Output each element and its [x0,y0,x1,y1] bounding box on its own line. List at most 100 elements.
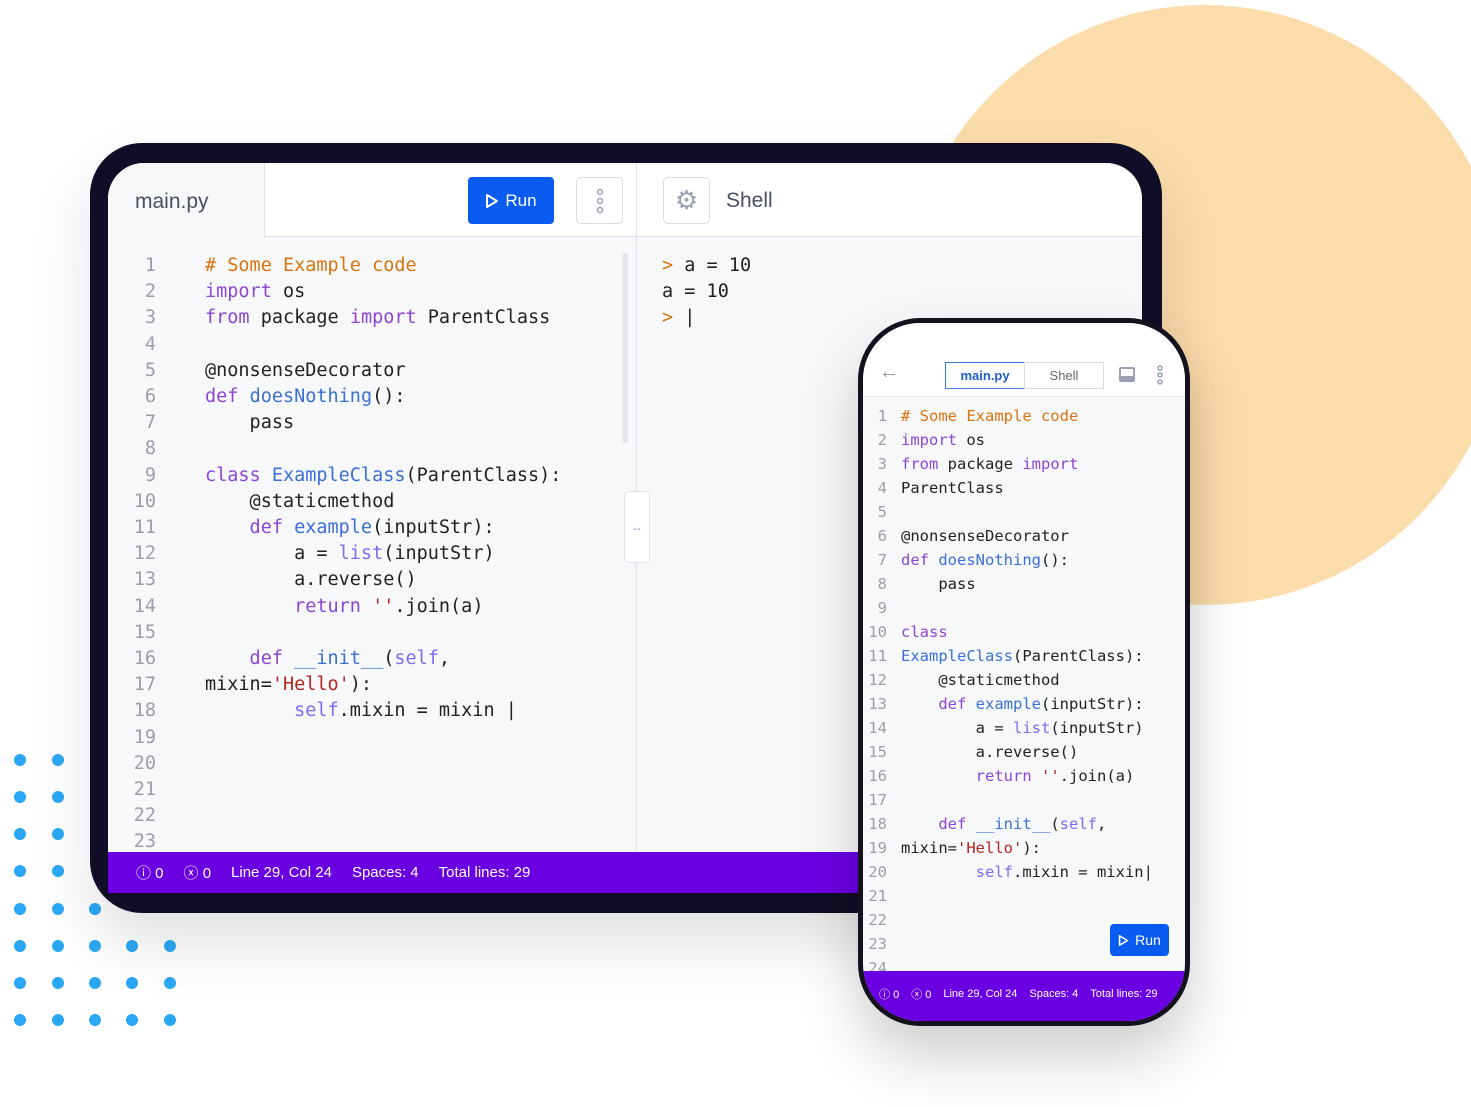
code-line: mixin='Hello'): [205,674,372,695]
tab-main-py[interactable]: main.py [108,163,265,238]
line-number: 22 [868,911,887,929]
decorative-dot [52,977,64,989]
play-icon [1118,934,1129,946]
resize-horizontal-icon: ↔ [631,520,643,534]
decorative-dot [14,865,26,877]
gear-icon: ⚙ [674,185,699,215]
settings-button[interactable]: ⚙ [663,177,710,224]
code-line: ExampleClass(ParentClass): [901,647,1144,665]
decorative-dot [89,1014,101,1026]
code-token: ( [1050,815,1060,833]
code-token: .mixin = mixin | [338,700,517,722]
run-button[interactable]: Run [1110,924,1169,956]
code-token: self [394,648,439,669]
decorative-dot [52,791,64,803]
decorative-dot [126,940,138,952]
line-number: 1 [877,407,887,425]
code-token: (ParentClass): [405,464,562,486]
cursor-position: Line 29, Col 24 [231,864,332,881]
code-line: def example(inputStr): [901,695,1144,713]
code-line: def __init__(self, [901,815,1106,833]
line-number: 20 [868,863,887,881]
code-line: # Some Example code [901,407,1078,425]
decorative-dot [164,940,176,952]
total-lines: Total lines: 29 [438,864,531,881]
line-number: 11 [868,647,887,665]
code-line: a = 10 [662,281,729,302]
code-line: ParentClass [901,479,1004,497]
code-token: package [249,307,350,329]
decorative-dot [52,754,64,766]
warning-count: ⓘ 0 [879,989,900,1001]
line-number: 21 [133,779,156,800]
line-number: 6 [877,527,887,545]
code-line: pass [901,575,976,593]
line-number: 23 [133,831,156,853]
more-options-button[interactable] [576,177,623,224]
line-number: 13 [133,569,156,591]
code-token: a.reverse() [901,743,1079,761]
code-token: > [662,255,685,276]
code-line: def doesNothing(): [901,551,1069,569]
code-token: , [1096,815,1107,833]
line-number: 17 [868,791,887,809]
code-token: .join(a) [1059,767,1135,785]
line-number: 10 [868,623,887,641]
code-token: def [901,551,939,569]
code-line: a = list(inputStr) [205,543,495,564]
indent-spaces: Spaces: 4 [351,864,419,881]
code-line: a = list(inputStr) [901,719,1144,737]
line-number: 19 [868,839,887,857]
phone-screen: ← main.py Shell 1 # Some Example code 2 imp… [863,323,1185,1021]
line-number: 19 [133,726,156,748]
panel-layout-icon[interactable] [1119,367,1135,382]
line-number: 7 [877,551,887,569]
code-line: @nonsenseDecorator [205,360,405,381]
code-token: self [901,863,1013,881]
decorative-dot [89,940,101,952]
code-token: @staticmethod [205,490,395,512]
code-token: a = [901,719,1013,737]
code-token: (inputStr): [372,517,495,538]
code-token: def [901,815,976,833]
code-token: ): [349,674,373,696]
code-token: ( [383,648,395,669]
line-number: 15 [133,621,156,643]
code-token: def [205,517,295,538]
line-number: 9 [877,599,887,617]
decorative-dot [52,828,64,840]
back-arrow-icon[interactable]: ← [879,361,899,384]
code-line: from package import [901,455,1078,473]
code-token: def [205,648,295,669]
status-bar: ⓘ 0 ⓧ 0 Line 29, Col 24 Spaces: 4 Total … [863,971,1185,1021]
code-token: 'Hello' [271,674,350,696]
more-vertical-icon[interactable] [1156,364,1164,386]
tab-label: main.py [135,190,209,213]
line-number: 7 [144,412,156,434]
code-token: (inputStr): [1040,695,1144,713]
code-token: doesNothing [938,551,1041,569]
tab-shell[interactable]: Shell [1024,362,1104,389]
run-button[interactable]: Run [468,177,554,224]
code-line: class [901,623,948,641]
line-number: 4 [144,333,156,355]
code-token: pass [901,575,976,593]
line-number: 5 [144,359,156,381]
code-line: # Some Example code [205,255,417,276]
line-number: 14 [868,719,887,737]
editor-header: main.py Run ⚙ Shell [108,163,1142,238]
code-line: import os [205,281,305,302]
code-token: '' [1040,767,1060,785]
code-line: mixin='Hello'): [901,839,1041,857]
tab-main-py[interactable]: main.py [945,362,1025,389]
code-token: > [662,307,685,329]
line-number: 8 [877,575,887,593]
code-line: from package import ParentClass [205,307,550,328]
play-icon [486,193,499,208]
code-token: self [205,700,339,722]
resize-handle[interactable]: ↔ [624,491,650,563]
error-count: ⓧ 0 [183,865,212,882]
line-number: 18 [133,700,156,722]
editor-scrollbar[interactable] [622,253,628,443]
code-token: list [1012,719,1051,737]
